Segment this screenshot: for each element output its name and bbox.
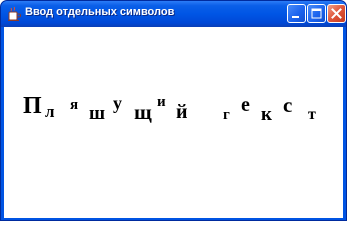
glyph-char: ш xyxy=(89,103,106,124)
minimize-icon xyxy=(292,16,299,18)
glyph-char: к xyxy=(261,104,272,125)
glyph-char: П xyxy=(23,93,42,119)
maximize-icon xyxy=(311,8,322,19)
drawing-canvas: П л я ш у щ и й г е к с т xyxy=(4,27,343,218)
glyph-char: т xyxy=(308,106,316,123)
close-icon xyxy=(331,8,342,19)
title-bar[interactable]: Ввод отдельных символов xyxy=(1,1,346,27)
glyph-char: й xyxy=(176,101,188,123)
glyph-char: у xyxy=(113,93,122,113)
glyph-char: щ xyxy=(134,100,152,124)
java-cup-icon[interactable] xyxy=(6,6,22,22)
minimize-button[interactable] xyxy=(287,4,306,23)
glyph-char: е xyxy=(241,94,250,116)
glyph-char: и xyxy=(157,94,166,110)
glyph-char: с xyxy=(283,93,293,117)
window-title: Ввод отдельных символов xyxy=(25,6,175,18)
glyph-char: я xyxy=(70,97,79,113)
glyph-char: г xyxy=(223,107,230,123)
application-window: Ввод отдельных символов П л я ш у щ и й … xyxy=(0,0,347,221)
glyph-char: л xyxy=(45,102,55,121)
maximize-button[interactable] xyxy=(307,4,326,23)
close-button[interactable] xyxy=(327,4,346,23)
